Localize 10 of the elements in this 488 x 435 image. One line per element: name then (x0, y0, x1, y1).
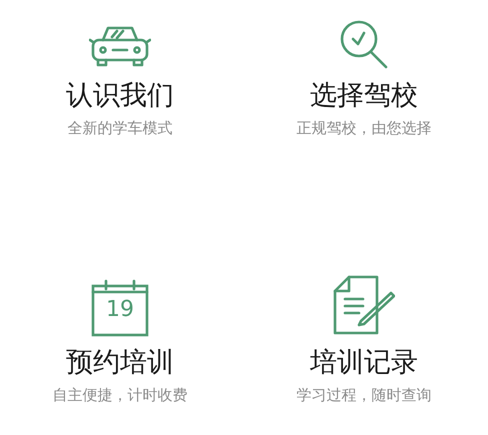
feature-subtitle: 正规驾校，由您选择 (296, 118, 432, 138)
feature-title: 选择驾校 (310, 79, 418, 113)
feature-title: 培训记录 (310, 346, 418, 380)
feature-subtitle: 全新的学车模式 (68, 118, 172, 138)
document-icon (333, 275, 395, 337)
feature-subtitle: 自主便捷，计时收费 (52, 385, 188, 405)
search-icon (338, 18, 390, 70)
feature-title: 认识我们 (66, 79, 174, 113)
feature-subtitle: 学习过程，随时查询 (296, 385, 432, 405)
feature-title: 预约培训 (66, 346, 174, 380)
